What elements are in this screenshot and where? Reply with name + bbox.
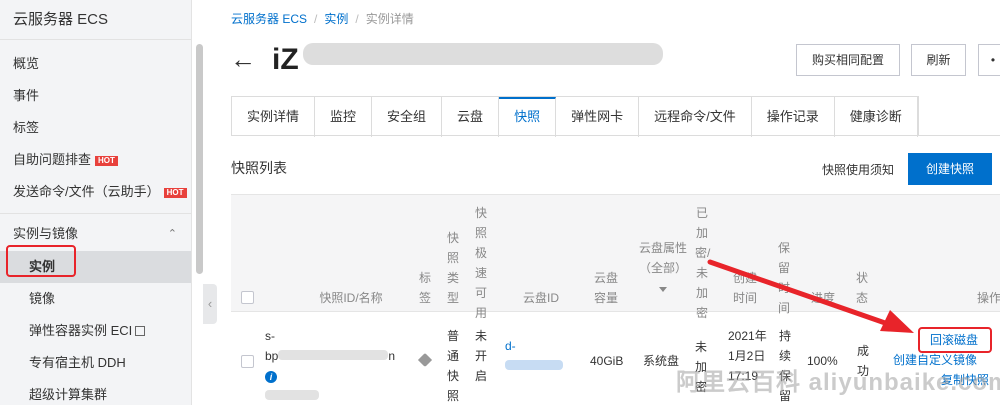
snapshot-list-title: 快照列表 [231, 160, 287, 176]
breadcrumb-current: 实例详情 [365, 12, 414, 26]
disk-id-prefix[interactable]: d- [505, 339, 516, 353]
tab-instance-details[interactable]: 实例详情 [232, 97, 316, 137]
sidebar-item-label: 标签 [13, 120, 40, 135]
breadcrumb-link-instances[interactable]: 实例 [324, 12, 348, 26]
page-title: iZ [272, 42, 663, 78]
col-fast-available: 快照极速可用 [474, 206, 487, 320]
tab-remote-command[interactable]: 远程命令/文件 [639, 97, 752, 137]
tab-operation-log[interactable]: 操作记录 [751, 97, 835, 137]
sidebar-item-overview[interactable]: 概览 [0, 48, 191, 80]
redacted-instance-id [302, 43, 663, 65]
col-type: 快照类型 [446, 231, 459, 305]
snapshot-id-line2: bp [265, 349, 279, 363]
disk-capacity: 40GiB [590, 354, 624, 368]
more-button[interactable]: • [978, 44, 1000, 76]
sidebar-item-label: 发送命令/文件（云助手） [13, 184, 160, 199]
snapshot-id-prefix: s- [265, 329, 275, 343]
snapshot-id-suffix: n [388, 349, 396, 363]
sidebar-item-scc[interactable]: 超级计算集群 [0, 379, 191, 405]
col-encrypted: 已加密/未加密 [695, 206, 711, 320]
tab-disks[interactable]: 云盘 [442, 97, 500, 137]
external-link-icon [135, 326, 146, 336]
highlight-box-rollback [918, 327, 992, 353]
sidebar-item-eci[interactable]: 弹性容器实例 ECI [0, 315, 191, 347]
tab-monitoring[interactable]: 监控 [315, 97, 373, 137]
sidebar-collapse-toggle[interactable]: ‹ [203, 284, 217, 324]
refresh-button[interactable]: 刷新 [911, 44, 966, 76]
hot-badge: HOT [163, 188, 187, 198]
sidebar-item-images[interactable]: 镜像 [0, 283, 191, 315]
instance-id-prefix: iZ [272, 43, 299, 76]
sidebar-item-label: 弹性容器实例 ECI [29, 323, 133, 338]
tab-eni[interactable]: 弹性网卡 [556, 97, 640, 137]
chevron-left-icon: ‹ [207, 296, 213, 311]
tab-snapshots[interactable]: 快照 [499, 97, 557, 137]
sidebar-item-events[interactable]: 事件 [0, 80, 191, 112]
sidebar-item-send-command[interactable]: 发送命令/文件（云助手） HOT [0, 176, 191, 208]
breadcrumb: 云服务器 ECS / 实例 / 实例详情 [231, 12, 414, 26]
sidebar-item-label: 超级计算集群 [29, 387, 108, 402]
sidebar-item-label: 概览 [13, 56, 40, 71]
disk-attribute: 系统盘 [643, 354, 680, 368]
tab-health-diagnosis[interactable]: 健康诊断 [834, 97, 918, 137]
more-icon: • [990, 53, 996, 67]
snapshot-notice-link[interactable]: 快照使用须知 [822, 161, 894, 178]
col-tag: 标签 [418, 271, 431, 305]
sidebar-item-label: 事件 [13, 88, 40, 103]
hot-badge: HOT [95, 156, 118, 166]
tab-divider [231, 135, 1000, 136]
caret-down-icon [659, 287, 667, 292]
sidebar-title: 云服务器 ECS [0, 0, 191, 40]
col-disk-capacity: 云盘容量 [593, 271, 618, 305]
disk-id[interactable]: d- [505, 336, 575, 376]
sidebar-divider [0, 213, 191, 214]
sidebar-item-ddh[interactable]: 专有宿主机 DDH [0, 347, 191, 379]
sidebar-item-troubleshoot[interactable]: 自助问题排查 HOT [0, 144, 191, 176]
col-created-time: 创建时间 [732, 271, 757, 305]
annotation-arrow-head [880, 310, 914, 333]
tab-bar: 实例详情 监控 安全组 云盘 快照 弹性网卡 远程命令/文件 操作记录 健康诊断 [231, 96, 919, 137]
tag-icon[interactable] [417, 352, 433, 368]
sidebar-item-label: 自助问题排查 [13, 152, 92, 167]
col-snapshot-id: 快照ID/名称 [319, 291, 383, 305]
col-progress: 进度 [810, 291, 835, 305]
sidebar-scrollbar[interactable] [196, 44, 203, 274]
col-retention: 保留时间 [777, 241, 790, 315]
redacted-snapshot-name [265, 390, 319, 400]
create-snapshot-button[interactable]: 创建快照 [908, 153, 992, 185]
breadcrumb-link-ecs[interactable]: 云服务器 ECS [231, 12, 307, 26]
highlight-box-instances [6, 245, 76, 277]
col-disk-attribute-label: 云盘属性（全部） [639, 241, 688, 275]
sidebar-item-label: 专有宿主机 DDH [29, 355, 126, 370]
back-arrow-icon[interactable]: ← [230, 44, 256, 74]
watermark: 阿里云百科 aliyunbaike.com [676, 369, 1000, 396]
col-disk-attribute[interactable]: 云盘属性（全部） [639, 238, 687, 298]
sidebar-item-tags[interactable]: 标签 [0, 112, 191, 144]
col-disk-id: 云盘ID [522, 291, 559, 305]
redacted-disk-id [505, 360, 563, 370]
info-icon[interactable]: i [265, 371, 277, 383]
buy-same-config-button[interactable]: 购买相同配置 [796, 44, 900, 76]
sidebar-item-label: 镜像 [29, 291, 56, 306]
table-header: 快照ID/名称 标签 快照类型 快照极速可用 云盘ID 云盘容量 云盘属性（全部… [231, 194, 1000, 320]
tab-security-group[interactable]: 安全组 [372, 97, 443, 137]
fast-available: 未开启 [474, 329, 487, 383]
row-checkbox[interactable] [241, 355, 254, 368]
col-status: 状态 [855, 271, 868, 305]
sidebar: 云服务器 ECS 概览 事件 标签 自助问题排查 HOT 发送命令/文件（云助手）… [0, 0, 192, 405]
snapshot-id: s- bp n i [265, 326, 405, 405]
chevron-up-icon: ⌃ [167, 228, 177, 240]
snapshot-type: 普通快照 [446, 329, 459, 403]
select-all-checkbox[interactable] [241, 291, 254, 304]
redacted-snapshot-id [278, 350, 389, 360]
col-actions: 操作 [976, 291, 1000, 305]
